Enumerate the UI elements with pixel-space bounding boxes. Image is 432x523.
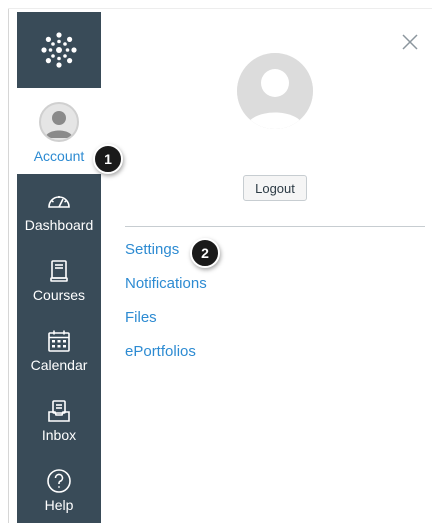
nav-item-account-label: Account <box>33 148 85 164</box>
tray-avatar <box>237 53 313 129</box>
tray-divider <box>125 226 425 227</box>
nav-item-courses[interactable]: Courses <box>17 244 101 314</box>
help-icon <box>46 468 72 494</box>
global-navigation: Account Dashboard Courses Calendar Inbox… <box>17 12 101 523</box>
close-icon <box>402 34 418 50</box>
nav-item-calendar[interactable]: Calendar <box>17 314 101 384</box>
nav-item-calendar-label: Calendar <box>30 357 88 373</box>
nav-item-dashboard[interactable]: Dashboard <box>17 174 101 244</box>
tray-link-notifications[interactable]: Notifications <box>125 274 415 308</box>
nav-item-help[interactable]: Help <box>17 454 101 523</box>
nav-item-courses-label: Courses <box>32 287 86 303</box>
nav-item-account[interactable]: Account <box>17 88 101 174</box>
tray-link-files[interactable]: Files <box>125 308 415 342</box>
calendar-icon <box>46 328 72 354</box>
window-border-left <box>8 8 9 523</box>
canvas-logo-icon <box>41 32 77 68</box>
step-badge-1: 1 <box>93 144 123 174</box>
dashboard-icon <box>46 188 72 214</box>
avatar <box>39 102 79 142</box>
canvas-logo[interactable] <box>17 12 101 88</box>
tray-link-settings[interactable]: Settings <box>125 240 415 274</box>
inbox-icon <box>46 398 72 424</box>
nav-item-inbox-label: Inbox <box>41 427 77 443</box>
step-badge-2: 2 <box>190 238 220 268</box>
nav-items-panel: Dashboard Courses Calendar Inbox Help <box>17 174 101 523</box>
courses-icon <box>46 258 72 284</box>
nav-item-help-label: Help <box>44 497 74 513</box>
logout-button[interactable]: Logout <box>243 175 307 201</box>
nav-item-inbox[interactable]: Inbox <box>17 384 101 454</box>
close-tray-button[interactable] <box>400 32 420 52</box>
avatar-icon <box>237 53 313 129</box>
tray-link-eportfolios[interactable]: ePortfolios <box>125 342 415 376</box>
avatar-icon <box>45 111 73 138</box>
canvas-account-screen: Account Dashboard Courses Calendar Inbox… <box>0 0 432 523</box>
window-border-top <box>8 8 432 9</box>
account-links-list: Settings Notifications Files ePortfolios <box>125 240 415 376</box>
nav-item-dashboard-label: Dashboard <box>24 217 94 233</box>
